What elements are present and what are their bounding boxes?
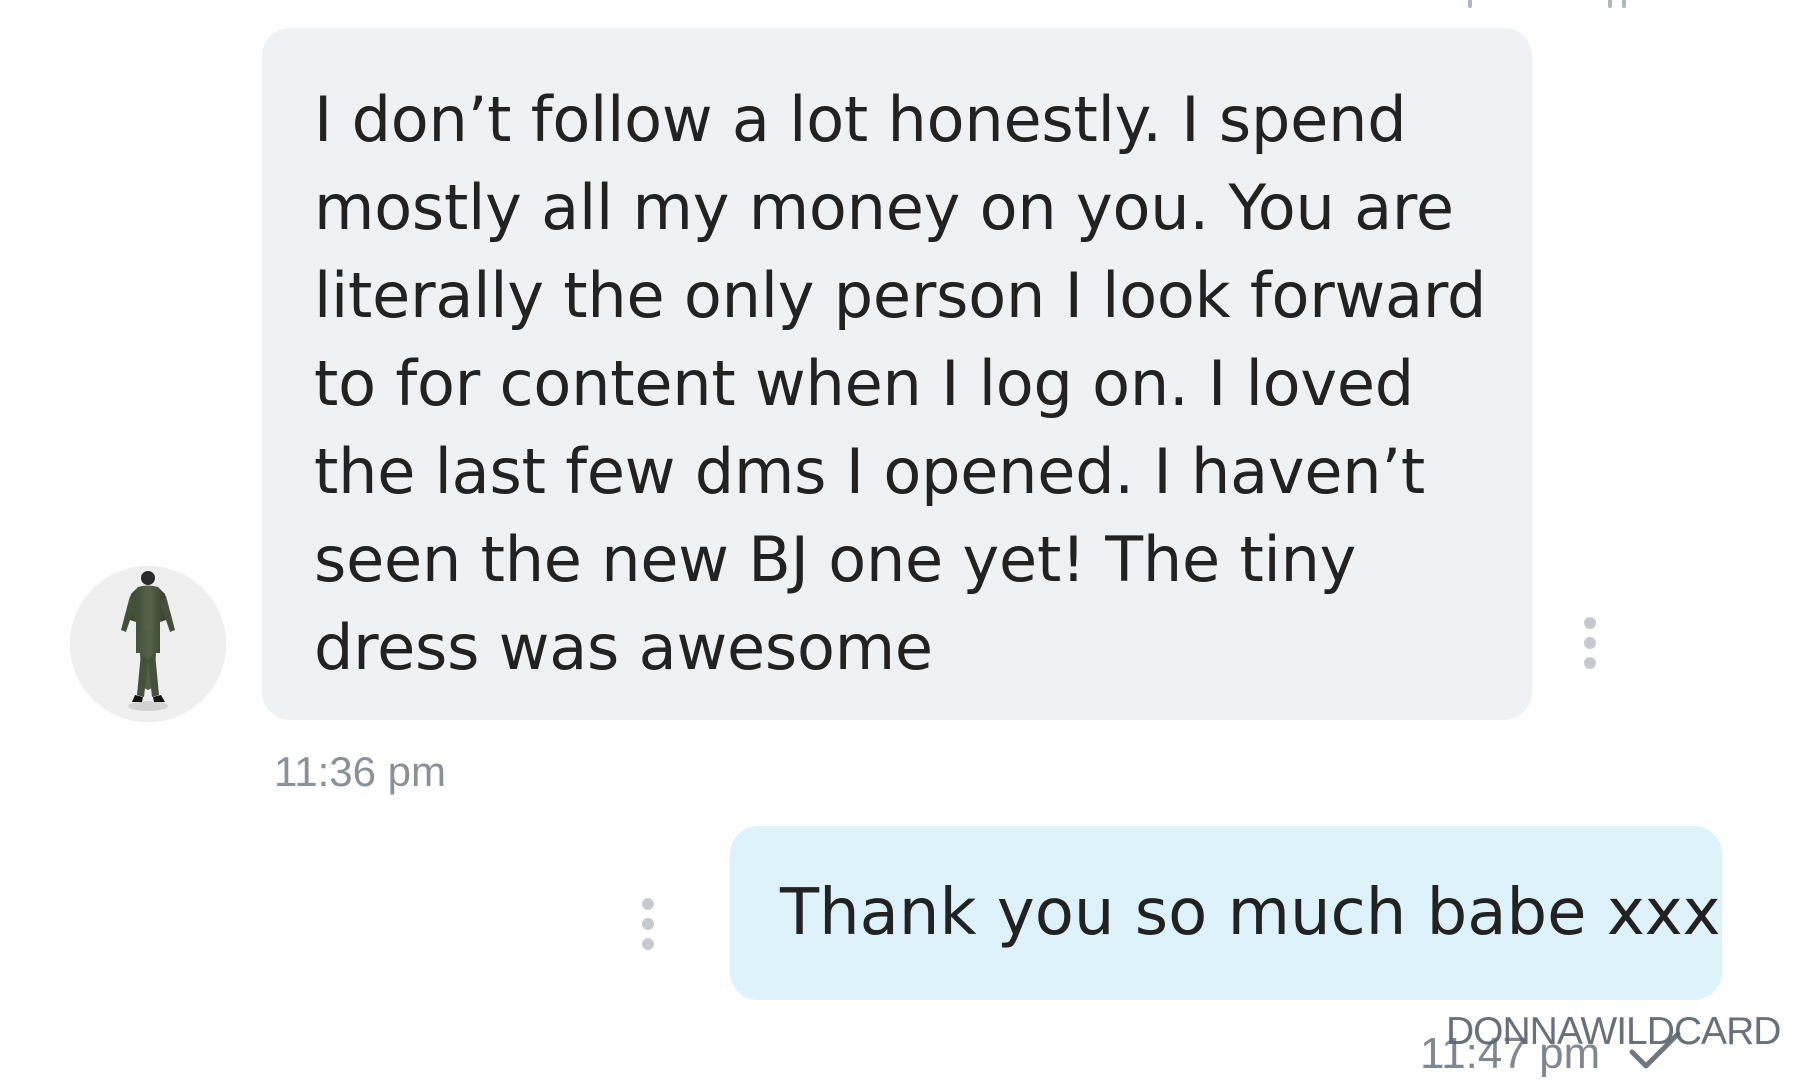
cropped-status-icon [1622, 0, 1626, 8]
cropped-status-icon [1608, 0, 1612, 8]
incoming-timestamp: 11:36 pm [274, 748, 446, 795]
outgoing-message-text: Thank you so much babe xxx [780, 876, 1721, 950]
more-vert-icon [642, 918, 654, 930]
more-vert-icon [1584, 637, 1596, 649]
message-options-button-incoming[interactable] [1582, 617, 1598, 673]
top-cropped-status [1458, 0, 1638, 12]
message-options-button-outgoing[interactable] [640, 898, 656, 954]
outgoing-message-bubble[interactable]: Thank you so much babe xxx [730, 826, 1722, 1000]
user-avatar[interactable] [70, 566, 226, 722]
more-vert-icon [1584, 617, 1596, 629]
more-vert-icon [1584, 657, 1596, 669]
incoming-message-text: I don’t follow a lot honestly. I spend m… [314, 83, 1487, 684]
more-vert-icon [642, 938, 654, 950]
incoming-message-bubble[interactable]: I don’t follow a lot honestly. I spend m… [262, 28, 1532, 720]
cropped-status-icon [1468, 0, 1472, 8]
more-vert-icon [642, 898, 654, 910]
user-avatar-icon [70, 566, 226, 722]
watermark-text: DONNAWILDCARD [1446, 1010, 1781, 1053]
